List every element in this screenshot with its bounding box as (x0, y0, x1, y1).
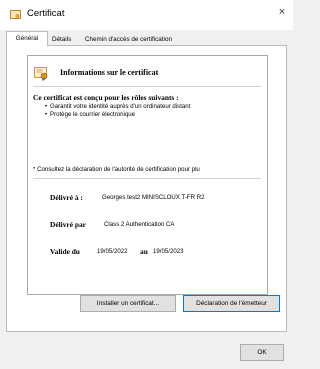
purpose-heading: Ce certificat est conçu pour les rôles s… (33, 93, 179, 102)
tab-general[interactable]: Général (6, 31, 48, 46)
valid-from-value: 19/05/2022 (97, 248, 128, 255)
divider (33, 86, 261, 87)
certificate-icon (10, 10, 21, 19)
issued-to-value: Georges test2 MINISCLOUX T-FR R2 (102, 194, 205, 201)
valid-to-value: 19/05/2023 (153, 248, 184, 255)
close-icon[interactable]: × (276, 6, 288, 18)
tab-details[interactable]: Détails (49, 34, 74, 46)
certificate-ribbon-icon (34, 67, 48, 81)
window-title: Certificat (27, 8, 65, 19)
purpose-item: Protège le courrier électronique (50, 111, 136, 118)
install-certificate-button[interactable]: Installer un certificat... (80, 295, 176, 312)
tab-certification-path[interactable]: Chemin d'accès de certification (82, 34, 175, 46)
divider (33, 178, 261, 179)
bullet: • (45, 111, 48, 118)
valid-from-label: Valide du (50, 247, 80, 256)
bullet: • (45, 103, 48, 110)
issued-to-label: Délivré à : (50, 193, 83, 202)
info-title: Informations sur le certificat (60, 68, 159, 77)
ca-statement-note: * Consultez la déclaration de l'autorité… (33, 166, 200, 173)
ok-button[interactable]: OK (240, 344, 284, 361)
purpose-item: Garantit votre identité auprès d'un ordi… (50, 103, 191, 110)
valid-to-label: au (140, 247, 148, 256)
certificate-info-box (27, 55, 268, 295)
issued-by-value: Class 2 Authentication CA (104, 221, 175, 228)
issuer-statement-button[interactable]: Déclaration de l'émetteur (183, 295, 280, 312)
issued-by-label: Délivré par (50, 220, 86, 229)
